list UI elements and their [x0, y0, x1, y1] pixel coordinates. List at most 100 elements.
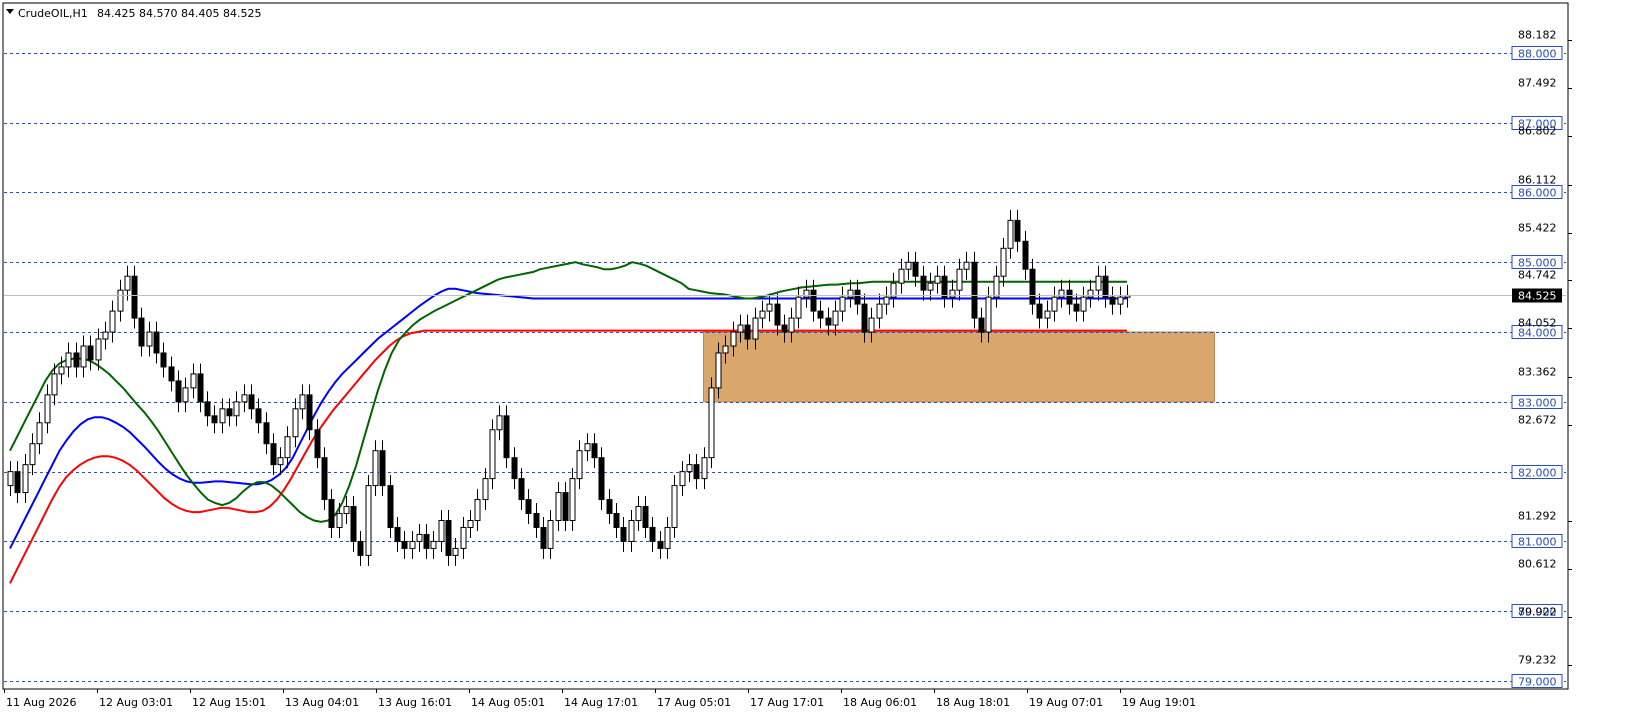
y-tick-label-0: 88.182 — [1518, 29, 1557, 42]
candle-body-49 — [365, 485, 372, 556]
candle-body-119 — [876, 303, 883, 319]
y-tick-label-12: 79.232 — [1518, 654, 1557, 667]
candle-body-127 — [934, 275, 941, 284]
candle-body-16 — [124, 275, 131, 291]
hline-label-0: 88.000 — [1518, 48, 1557, 61]
candle-body-118 — [868, 317, 875, 333]
candle-body-12 — [95, 338, 102, 361]
x-tick-label-2: 12 Aug 15:01 — [192, 696, 266, 709]
candle-body-65 — [482, 478, 489, 501]
candle-body-142 — [1044, 310, 1051, 319]
candle-body-144 — [1058, 289, 1065, 298]
candle-body-75 — [555, 492, 562, 521]
candle-body-97 — [715, 352, 722, 389]
candle-body-92 — [679, 471, 686, 487]
candle-body-110 — [810, 289, 817, 312]
candle-body-139 — [1022, 240, 1029, 270]
candle-body-62 — [460, 526, 467, 549]
candle-body-45 — [336, 513, 343, 528]
candle-body-56 — [416, 533, 423, 542]
candle-body-117 — [861, 303, 868, 333]
candle-body-148 — [1087, 289, 1094, 298]
candle-body-3 — [29, 443, 36, 466]
candle-body-103 — [759, 310, 766, 319]
hline-label-9: 79.000 — [1518, 676, 1557, 689]
candle-body-102 — [752, 317, 759, 340]
candle-body-69 — [511, 457, 518, 480]
candle-body-31 — [233, 401, 240, 417]
candle-body-86 — [635, 506, 642, 521]
candle-body-115 — [847, 289, 854, 298]
candle-body-122 — [898, 268, 905, 284]
candle-body-9 — [73, 352, 80, 368]
candle-body-150 — [1102, 275, 1109, 298]
candle-body-112 — [825, 317, 832, 326]
y-tick-label-3: 86.112 — [1518, 174, 1557, 187]
candle-body-40 — [299, 394, 306, 410]
x-tick-label-8: 17 Aug 17:01 — [750, 696, 824, 709]
candle-body-128 — [941, 275, 948, 298]
candle-body-41 — [306, 394, 313, 431]
candle-body-0 — [7, 471, 14, 487]
candle-body-129 — [949, 289, 956, 298]
candle-body-78 — [576, 450, 583, 480]
candle-body-68 — [503, 415, 510, 459]
candle-body-91 — [671, 485, 678, 528]
candle-body-114 — [839, 296, 846, 312]
price-chart[interactable]: 88.00087.00086.00085.00084.00083.00082.0… — [0, 0, 1626, 714]
candle-body-124 — [912, 261, 919, 277]
candle-body-125 — [920, 275, 927, 291]
candle-body-24 — [182, 387, 189, 403]
candle-body-48 — [357, 540, 364, 556]
candle-body-85 — [628, 519, 635, 542]
candle-body-28 — [211, 415, 218, 424]
candle-body-4 — [36, 422, 43, 445]
x-tick-label-5: 14 Aug 05:01 — [471, 696, 545, 709]
candle-body-133 — [978, 317, 985, 333]
candle-body-109 — [803, 289, 810, 298]
candle-body-46 — [343, 506, 350, 515]
candle-body-47 — [350, 506, 357, 542]
candle-body-54 — [401, 540, 408, 549]
candle-body-151 — [1109, 296, 1116, 305]
symbol-label: CrudeOIL,H1 — [18, 7, 88, 20]
y-tick-label-7: 83.362 — [1518, 366, 1557, 379]
hline-label-5: 83.000 — [1518, 397, 1557, 410]
candle-body-66 — [489, 429, 496, 480]
candle-body-63 — [467, 519, 474, 528]
candle-body-137 — [1007, 219, 1014, 249]
candle-body-83 — [613, 513, 620, 528]
candle-body-44 — [328, 499, 335, 528]
x-tick-label-7: 17 Aug 05:01 — [657, 696, 731, 709]
candle-body-140 — [1029, 268, 1036, 305]
y-tick-label-11: 79.922 — [1518, 606, 1557, 619]
candle-body-149 — [1095, 275, 1102, 291]
candle-body-94 — [693, 464, 700, 480]
candle-body-53 — [394, 526, 401, 542]
candle-body-72 — [533, 513, 540, 528]
candle-body-20 — [153, 331, 160, 354]
candle-body-107 — [788, 317, 795, 333]
candle-body-135 — [993, 275, 1000, 298]
y-tick-label-4: 85.422 — [1518, 222, 1557, 235]
candle-body-130 — [956, 268, 963, 291]
candle-body-25 — [190, 373, 197, 389]
candle-body-126 — [927, 282, 934, 291]
candle-body-42 — [314, 429, 321, 459]
support-zone[interactable] — [703, 331, 1215, 403]
candle-body-35 — [263, 422, 270, 445]
y-tick-label-1: 87.492 — [1518, 77, 1557, 90]
candle-body-39 — [292, 408, 299, 438]
x-tick-label-3: 13 Aug 04:01 — [285, 696, 359, 709]
time-axis: 11 Aug 2026 12 Aug 03:01 12 Aug 15:01 13 Au… — [4, 689, 1196, 709]
candle-body-36 — [270, 443, 277, 466]
candle-body-84 — [620, 526, 627, 542]
candle-body-89 — [657, 540, 664, 549]
zone-rect — [703, 331, 1215, 403]
candle-body-106 — [781, 324, 788, 333]
chart-header: CrudeOIL,H1 84.425 84.570 84.405 84.525 — [6, 7, 261, 20]
y-tick-label-10: 80.612 — [1518, 558, 1557, 571]
hline-label-2: 86.000 — [1518, 187, 1557, 200]
candle-body-30 — [226, 408, 233, 417]
candle-body-32 — [241, 394, 248, 403]
